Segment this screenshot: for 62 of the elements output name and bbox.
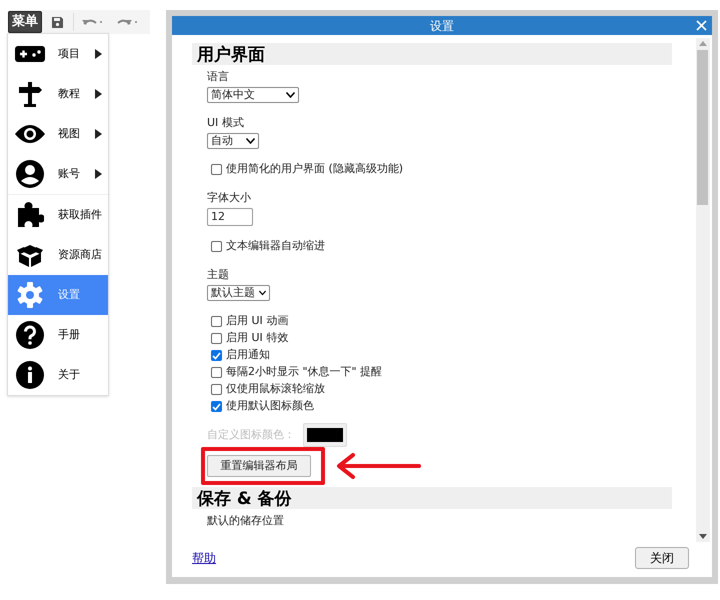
menu-item[interactable]: 关于: [8, 355, 108, 395]
menu-item[interactable]: 视图: [8, 114, 108, 154]
menu-item[interactable]: 获取插件: [8, 195, 108, 235]
checkbox[interactable]: [211, 316, 222, 327]
eye-icon: [15, 124, 45, 144]
menu-item[interactable]: 手册: [8, 315, 108, 355]
field-label: 每隔2小时显示 "休息一下" 提醒: [226, 364, 382, 380]
checkbox[interactable]: [211, 367, 222, 378]
menu-item[interactable]: 资源商店: [8, 235, 108, 275]
dropdown[interactable]: 简体中文: [207, 87, 299, 103]
checkbox[interactable]: [211, 241, 222, 252]
chest-icon: [16, 242, 44, 268]
dropdown-caret-icon: [246, 138, 255, 144]
menu-item[interactable]: 教程: [8, 74, 108, 114]
redo-icon[interactable]: [116, 17, 138, 27]
info-icon: [16, 361, 44, 389]
field-label: 自定义图标颜色：: [207, 426, 295, 443]
field-label: 字体大小: [207, 190, 252, 206]
field-label: 启用 UI 特效: [226, 330, 288, 346]
dropdown[interactable]: 默认主题: [207, 285, 270, 301]
field-label: 使用默认图标颜色: [226, 398, 314, 414]
checkbox[interactable]: [211, 384, 222, 395]
section-heading: 保存 & 备份: [192, 487, 672, 509]
scrollbar-thumb[interactable]: [697, 50, 708, 205]
help-link[interactable]: 帮助: [192, 549, 216, 567]
puzzle-icon: [16, 201, 44, 229]
field-label: 语言: [207, 69, 230, 85]
checkbox[interactable]: [211, 401, 222, 412]
field-label: 启用通知: [226, 347, 270, 364]
menu-item[interactable]: 账号: [8, 154, 108, 194]
dialog-title: 设置: [430, 18, 454, 34]
settings-icon: [16, 281, 44, 309]
save-icon[interactable]: [51, 16, 64, 28]
field-label: 仅使用鼠标滚轮缩放: [226, 381, 325, 398]
field-label: UI 模式: [207, 115, 245, 131]
checkbox[interactable]: [211, 164, 222, 175]
field-label: 主题: [207, 267, 230, 283]
dropdown[interactable]: 自动: [207, 133, 259, 149]
field-label: 文本编辑器自动缩进: [226, 238, 325, 254]
field-label: 使用简化的用户界面 (隐藏高级功能): [226, 161, 404, 178]
reset-layout-button[interactable]: 重置编辑器布局: [207, 455, 311, 477]
dropdown-caret-icon: [286, 92, 295, 98]
field-label: 默认的储存位置: [207, 513, 285, 529]
menu-item[interactable]: 设置: [8, 275, 108, 315]
signpost-icon: [17, 81, 43, 107]
number-field[interactable]: 12: [207, 208, 253, 226]
menu-item[interactable]: 项目: [8, 34, 108, 74]
checkbox[interactable]: [211, 350, 222, 361]
scroll-down-icon[interactable]: [699, 534, 707, 539]
field-label: 启用 UI 动画: [226, 313, 288, 330]
dropdown-caret-icon: [259, 290, 266, 296]
user-icon: [16, 160, 44, 188]
menu-button[interactable]: 菜单: [8, 11, 42, 33]
close-icon[interactable]: [696, 20, 707, 31]
close-button[interactable]: 关闭: [635, 547, 689, 569]
checkbox[interactable]: [211, 333, 222, 344]
gamepad-icon: [15, 46, 45, 62]
color-picker[interactable]: [303, 423, 347, 447]
section-heading: 用户界面: [192, 43, 672, 65]
help-icon: [16, 321, 44, 349]
scrollbar[interactable]: [696, 38, 710, 542]
undo-icon[interactable]: [82, 17, 104, 27]
